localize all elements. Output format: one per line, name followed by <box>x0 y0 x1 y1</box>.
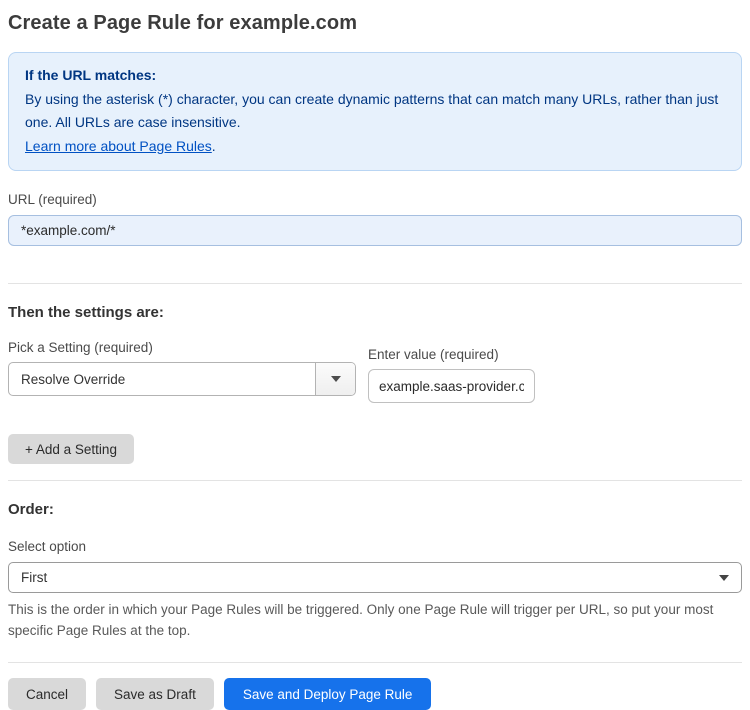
link-period: . <box>211 137 216 154</box>
setting-value-column: Enter value (required) <box>368 347 535 403</box>
divider <box>8 283 742 284</box>
setting-picker-column: Pick a Setting (required) Resolve Overri… <box>8 340 356 396</box>
add-setting-button[interactable]: + Add a Setting <box>8 434 134 464</box>
url-field-label: URL (required) <box>8 192 97 207</box>
setting-select-value: Resolve Override <box>21 371 126 387</box>
setting-row: Pick a Setting (required) Resolve Overri… <box>8 340 742 403</box>
info-box-body: By using the asterisk (*) character, you… <box>25 90 719 131</box>
url-input[interactable] <box>8 215 742 246</box>
order-section-heading: Order: <box>8 501 54 518</box>
setting-select-arrow-button[interactable] <box>315 363 355 395</box>
divider <box>8 480 742 481</box>
order-select-value: First <box>21 570 48 585</box>
chevron-down-icon <box>719 574 729 581</box>
setting-value-input[interactable] <box>368 369 535 403</box>
order-select-label: Select option <box>8 539 87 554</box>
save-as-draft-button[interactable]: Save as Draft <box>96 678 214 710</box>
chevron-down-icon <box>330 376 341 382</box>
settings-section-heading: Then the settings are: <box>8 304 164 321</box>
save-and-deploy-button[interactable]: Save and Deploy Page Rule <box>223 678 432 710</box>
learn-more-link[interactable]: Learn more about Page Rules <box>25 138 212 154</box>
form-actions: Cancel Save as Draft Save and Deploy Pag… <box>8 678 742 710</box>
setting-picker-label: Pick a Setting (required) <box>8 340 153 355</box>
setting-select[interactable]: Resolve Override <box>8 362 356 396</box>
order-select[interactable]: First <box>8 562 742 593</box>
cancel-button[interactable]: Cancel <box>8 678 87 710</box>
page-title: Create a Page Rule for example.com <box>8 12 358 34</box>
url-match-info-box: If the URL matches: By using the asteris… <box>8 52 742 171</box>
info-box-link-line: Learn more about Page Rules. <box>25 135 725 159</box>
order-help-text: This is the order in which your Page Rul… <box>8 602 714 638</box>
divider <box>8 662 742 663</box>
setting-value-label: Enter value (required) <box>368 347 499 362</box>
info-box-heading: If the URL matches: <box>25 67 157 83</box>
